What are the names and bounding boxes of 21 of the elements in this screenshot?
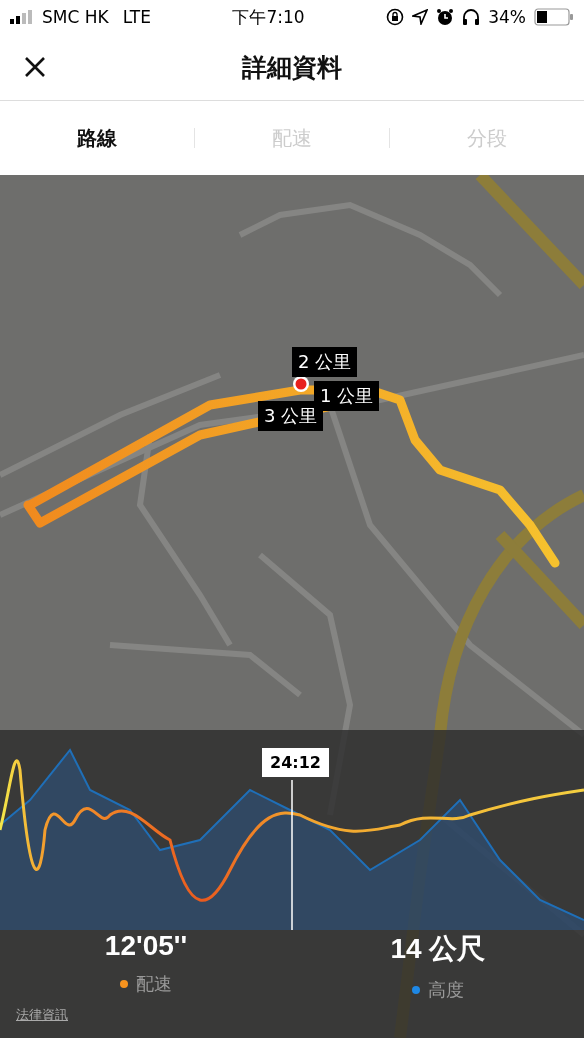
alarm-clock-icon xyxy=(436,8,455,26)
network-type: LTE xyxy=(122,7,151,27)
distance-marker: 3 公里 xyxy=(258,401,324,431)
clock-time: 下午7:10 xyxy=(232,6,305,27)
rotation-lock-icon xyxy=(386,8,405,26)
headphones-icon xyxy=(462,8,481,26)
legal-info-link[interactable]: 法律資訊 xyxy=(16,1006,68,1024)
cursor-time: 24:12 xyxy=(262,748,329,777)
stat-value: 14 公尺 xyxy=(390,932,486,966)
screen-title: 詳細資料 xyxy=(242,51,342,84)
battery-icon xyxy=(534,8,574,26)
distance-marker: 2 公里 xyxy=(292,347,358,377)
stat-label: 配速 xyxy=(136,972,172,996)
carrier-name: SMC HK xyxy=(42,7,109,27)
start-point-icon xyxy=(292,375,310,393)
location-arrow-icon xyxy=(412,9,429,25)
stat-value: 12'05'' xyxy=(104,930,188,962)
distance-marker: 1 公里 xyxy=(314,381,380,411)
battery-percent: 34% xyxy=(488,7,526,27)
tab[interactable]: 路線 xyxy=(0,114,194,162)
stat-label: 高度 xyxy=(428,978,464,1002)
